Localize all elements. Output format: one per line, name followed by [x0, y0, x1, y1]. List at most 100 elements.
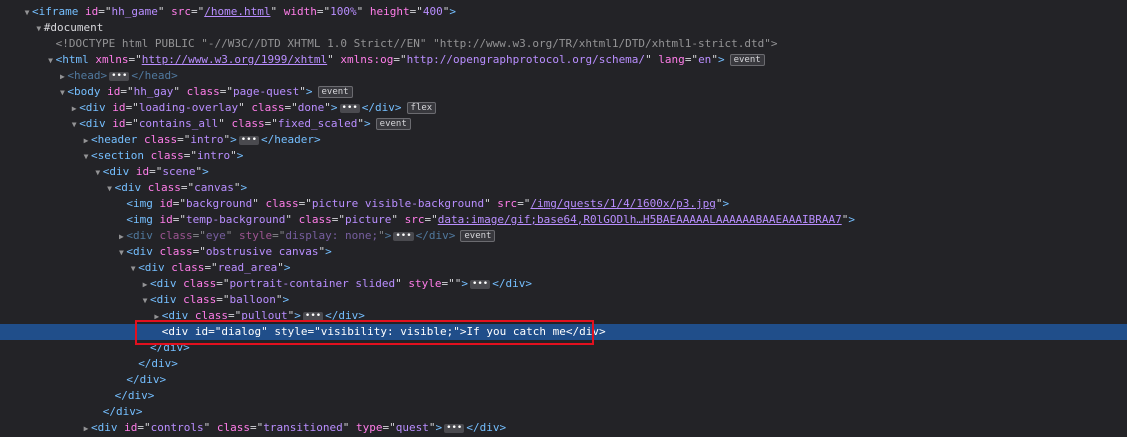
tree-row[interactable]: ▶</div> — [0, 356, 1127, 372]
tree-row[interactable]: ▶ <div class="portrait-container slided" … — [0, 276, 1127, 292]
tree-row[interactable]: ▶</div> — [0, 372, 1127, 388]
markup-token: <div — [79, 101, 106, 114]
markup-token: display: none; — [285, 229, 379, 242]
markup-token: width — [277, 5, 317, 18]
tree-row[interactable]: ▶ <div id="controls" class="transitioned"… — [0, 420, 1127, 436]
expand-triangle-icon[interactable]: ▼ — [81, 149, 91, 165]
markup-token: <header — [91, 133, 138, 146]
markup-token: > — [459, 325, 467, 338]
markup-token: visibility: visible; — [320, 325, 454, 338]
markup-token: id — [100, 85, 121, 98]
collapse-triangle-icon[interactable]: ▶ — [81, 133, 91, 149]
markup-token: > — [283, 261, 291, 274]
markup-token: > — [449, 5, 456, 18]
markup-token: class — [224, 117, 265, 130]
markup-token: controls — [150, 421, 204, 434]
markup-token: > — [282, 293, 290, 306]
ellipsis-icon[interactable]: ••• — [469, 279, 491, 289]
markup-token: =" — [177, 133, 191, 146]
markup-token: =" — [125, 101, 139, 114]
tree-row-selected[interactable]: ▶<div id="dialog" style="visibility: vis… — [0, 324, 1127, 340]
markup-token: transitioned — [263, 421, 343, 434]
tree-row[interactable]: ▼ <div id="contains_all" class="fixed_sca… — [0, 116, 1127, 132]
markup-token: </div> — [466, 421, 507, 434]
expand-triangle-icon[interactable]: ▼ — [46, 53, 56, 69]
markup-token: data:image/gif;base64,R0lGODlh…H5BAEAAAA… — [437, 213, 842, 226]
markup-token: page-quest — [233, 85, 300, 98]
markup-token: <img — [126, 213, 153, 226]
markup-token: <div — [126, 245, 153, 258]
collapse-triangle-icon[interactable]: ▶ — [140, 277, 150, 293]
event-badge[interactable]: event — [729, 54, 765, 66]
tree-row[interactable]: ▶</div> — [0, 404, 1127, 420]
tree-row[interactable]: ▼ #document — [0, 20, 1127, 36]
markup-token: =" — [264, 117, 278, 130]
markup-token: </div> — [565, 325, 606, 338]
ellipsis-icon[interactable]: ••• — [339, 103, 360, 113]
expand-triangle-icon[interactable]: ▼ — [116, 245, 126, 261]
collapse-triangle-icon[interactable]: ▶ — [116, 229, 126, 245]
expand-triangle-icon[interactable]: ▼ — [140, 293, 150, 309]
event-badge[interactable]: event — [375, 118, 411, 130]
markup-token: id — [105, 117, 126, 130]
tree-row[interactable]: ▶</div> — [0, 388, 1127, 404]
tree-row[interactable]: ▶<!DOCTYPE html PUBLIC "-//W3C//DTD XHTM… — [0, 36, 1127, 52]
expand-triangle-icon[interactable]: ▼ — [93, 165, 103, 181]
tree-row[interactable]: ▼ <body id="hh_gay" class="page-quest"> ev… — [0, 84, 1127, 100]
flex-badge[interactable]: flex — [406, 102, 437, 114]
markup-token: /img/quests/1/4/1600x/p3.jpg — [530, 197, 716, 210]
tree-row[interactable]: ▼ <div class="canvas"> — [0, 180, 1127, 196]
markup-token: </div> — [102, 405, 143, 418]
expand-triangle-icon[interactable]: ▼ — [105, 181, 115, 197]
markup-token: =" — [183, 149, 197, 162]
tree-row[interactable]: ▼ <section class="intro"> — [0, 148, 1127, 164]
ellipsis-icon[interactable]: ••• — [393, 231, 414, 241]
markup-token: > — [461, 277, 468, 290]
tree-row[interactable]: ▶<img id="background" class="picture vis… — [0, 196, 1127, 212]
ellipsis-icon[interactable]: ••• — [302, 311, 324, 321]
markup-token: " — [252, 197, 259, 210]
expand-triangle-icon[interactable]: ▼ — [34, 21, 44, 37]
expand-triangle-icon[interactable]: ▼ — [57, 85, 67, 101]
markup-token: " — [378, 229, 385, 242]
markup-token: height — [363, 5, 410, 18]
tree-row[interactable]: ▼ <html xmlns="http://www.w3.org/1999/xht… — [0, 52, 1127, 68]
tree-row[interactable]: ▶ <head> ••• </head> — [0, 68, 1127, 84]
markup-token: =" — [284, 101, 298, 114]
event-badge[interactable]: event — [317, 86, 353, 98]
markup-token: #document — [43, 21, 104, 34]
expand-triangle-icon[interactable]: ▼ — [69, 117, 79, 133]
ellipsis-icon[interactable]: ••• — [444, 423, 465, 433]
markup-token: =" — [382, 421, 396, 434]
markup-token: <div — [79, 117, 106, 130]
tree-row[interactable]: ▼ <div class="balloon"> — [0, 292, 1127, 308]
ellipsis-icon[interactable]: ••• — [109, 71, 130, 81]
tree-row[interactable]: ▼ <div id="scene"> — [0, 164, 1127, 180]
tree-row[interactable]: ▶</div> — [0, 340, 1127, 356]
tree-row[interactable]: ▶ <div class="eye" style="display: none;"… — [0, 228, 1127, 244]
markup-token: " — [277, 261, 284, 274]
event-badge[interactable]: event — [460, 230, 496, 242]
collapse-triangle-icon[interactable]: ▶ — [152, 309, 162, 325]
markup-token: intro — [196, 149, 231, 162]
tree-row[interactable]: ▼ <iframe id="hh_game" src="/home.html" w… — [0, 4, 1127, 20]
markup-token: =" — [137, 421, 151, 434]
collapse-triangle-icon[interactable]: ▶ — [81, 421, 91, 437]
expand-triangle-icon[interactable]: ▼ — [22, 5, 32, 21]
tree-row[interactable]: ▶<img id="temp-background" class="pictur… — [0, 212, 1127, 228]
collapse-triangle-icon[interactable]: ▶ — [69, 101, 79, 117]
collapse-triangle-icon[interactable]: ▶ — [57, 69, 67, 85]
markup-token: class — [244, 101, 285, 114]
markup-token: > — [848, 213, 855, 226]
tree-row[interactable]: ▶ <header class="intro"> ••• </header> — [0, 132, 1127, 148]
markup-token: =" — [517, 197, 531, 210]
markup-token: temp-background — [186, 213, 286, 226]
tree-row[interactable]: ▶ <div class="pullout"> ••• </div> — [0, 308, 1127, 324]
markup-token: " — [324, 101, 331, 114]
tree-row[interactable]: ▶ <div id="loading-overlay" class="done">… — [0, 100, 1127, 116]
markup-token: " — [285, 213, 292, 226]
expand-triangle-icon[interactable]: ▼ — [128, 261, 138, 277]
tree-row[interactable]: ▼ <div class="obstrusive canvas"> — [0, 244, 1127, 260]
ellipsis-icon[interactable]: ••• — [238, 135, 259, 145]
tree-row[interactable]: ▼ <div class="read_area"> — [0, 260, 1127, 276]
